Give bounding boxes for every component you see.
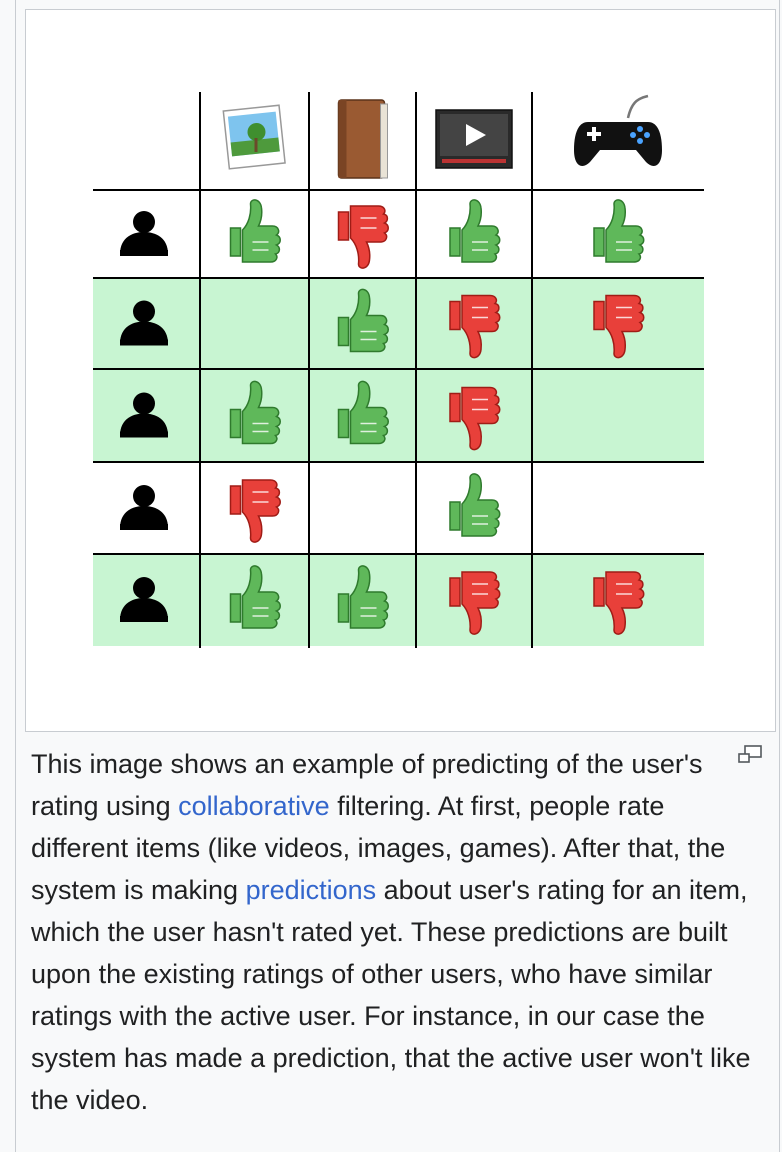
predictions-link[interactable]: predictions (246, 875, 377, 905)
figure-image[interactable] (25, 9, 776, 732)
item-header-row (222, 94, 662, 179)
figure-caption: This image shows an example of predictin… (31, 743, 751, 1121)
caption-text-3: about user's rating for an item, which t… (31, 875, 751, 1115)
row-shade (93, 369, 704, 462)
gamepad-icon (574, 94, 662, 166)
user-silhouette-icon (120, 485, 168, 530)
user-silhouette-icon (120, 211, 168, 256)
thumbs-down-icon (229, 479, 282, 543)
thumbs-up-icon (449, 199, 501, 263)
thumbs-up-icon (449, 473, 501, 537)
enlarge-icon[interactable] (736, 744, 766, 768)
book-icon (337, 99, 388, 179)
collaborative-link[interactable]: collaborative (178, 791, 330, 821)
thumbs-up-icon (593, 199, 645, 263)
thumbs-up-icon (229, 199, 282, 263)
video-icon (435, 109, 513, 169)
thumbs-down-icon (337, 205, 390, 269)
rating-matrix (93, 92, 704, 648)
photo-icon (222, 104, 286, 170)
